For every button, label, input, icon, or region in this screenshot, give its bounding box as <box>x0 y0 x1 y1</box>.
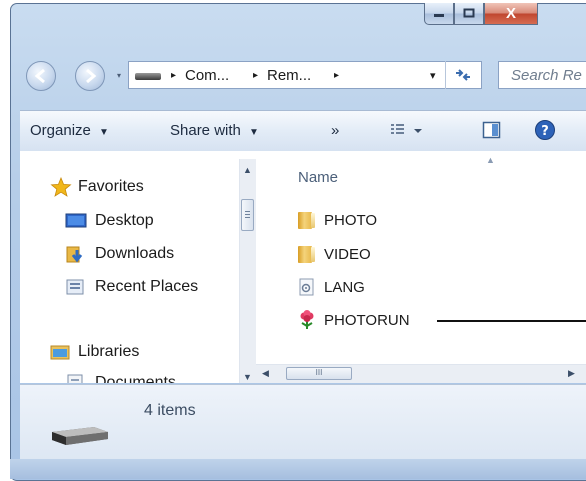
svg-text:?: ? <box>541 124 549 139</box>
maximize-icon <box>463 7 475 21</box>
refresh-icon <box>456 69 470 81</box>
share-with-label: Share with <box>170 122 241 139</box>
file-row-photorun[interactable]: PHOTORUN <box>298 309 410 331</box>
nav-item-label: Recent Places <box>95 278 199 295</box>
preview-pane-button[interactable] <box>482 121 502 143</box>
scrollbar-thumb[interactable] <box>241 199 254 231</box>
breadcrumb-computer[interactable]: Com... <box>185 67 229 84</box>
close-icon: X <box>505 5 516 22</box>
views-button[interactable] <box>390 121 424 143</box>
nav-item-label: Downloads <box>95 245 175 262</box>
nav-item-label: Desktop <box>95 212 154 229</box>
help-icon: ? <box>535 120 555 140</box>
scroll-up-icon[interactable]: ▲ <box>243 165 252 175</box>
breadcrumb-separator[interactable]: ▸ <box>171 70 176 81</box>
column-header-name[interactable]: Name <box>298 169 338 186</box>
grip-line <box>245 214 250 215</box>
forward-button[interactable] <box>75 61 105 91</box>
file-row-photo[interactable]: PHOTO <box>298 209 377 231</box>
star-icon <box>50 177 72 197</box>
share-with-menu[interactable]: Share with ▼ <box>170 122 259 139</box>
scroll-right-icon[interactable]: ▶ <box>568 368 575 379</box>
drive-icon <box>135 73 161 80</box>
command-bar: Organize ▼ Share with ▼ » ? <box>20 110 586 152</box>
file-row-video[interactable]: VIDEO <box>298 243 371 265</box>
breadcrumb-removable[interactable]: Rem... <box>267 67 311 84</box>
scroll-down-icon[interactable]: ▼ <box>243 372 252 382</box>
file-name: VIDEO <box>324 245 371 263</box>
folder-icon <box>298 211 315 229</box>
more-commands-button[interactable]: » <box>331 122 339 139</box>
back-button[interactable] <box>26 61 56 91</box>
desktop-icon <box>65 213 87 228</box>
flower-app-icon <box>300 310 314 329</box>
details-pane: 4 items <box>20 384 586 460</box>
nav-item-label: Documents <box>95 374 176 383</box>
file-list-horizontal-scrollbar[interactable]: ◀ III ▶ <box>256 364 586 383</box>
address-dropdown[interactable]: ▾ <box>430 69 436 82</box>
folder-icon <box>298 245 315 263</box>
scrollbar-thumb[interactable]: III <box>286 367 352 380</box>
back-arrow-icon <box>34 68 45 84</box>
nav-item-favorites[interactable]: Favorites <box>50 176 144 198</box>
address-bar[interactable]: ▸ Com... ▸ Rem... ▸ ▾ <box>128 61 482 89</box>
preview-pane-icon <box>482 121 501 139</box>
file-row-lang[interactable]: LANG <box>298 276 365 298</box>
organize-label: Organize <box>30 122 91 139</box>
organize-menu[interactable]: Organize ▼ <box>30 122 109 139</box>
content-area: Favorites Desktop Downloads Recent Place… <box>20 151 586 383</box>
grip-line <box>245 217 250 218</box>
chevron-down-icon: ▼ <box>249 127 259 138</box>
removable-drive-icon <box>52 427 108 445</box>
nav-item-recent-places[interactable]: Recent Places <box>65 276 198 298</box>
documents-icon <box>67 374 83 383</box>
search-input[interactable]: Search Re <box>498 61 586 89</box>
scroll-left-icon[interactable]: ◀ <box>262 368 269 379</box>
chevron-down-icon: ▼ <box>99 127 109 138</box>
close-button[interactable]: X <box>484 3 538 25</box>
nav-item-downloads[interactable]: Downloads <box>65 243 174 265</box>
maximize-button[interactable] <box>454 3 484 25</box>
libraries-icon <box>50 345 70 360</box>
file-name: PHOTO <box>324 211 378 229</box>
recent-places-icon <box>66 279 84 295</box>
file-list: ▲ Name PHOTO VIDEO LANG PHOTORUN <box>256 151 586 383</box>
nav-item-desktop[interactable]: Desktop <box>65 210 154 232</box>
minimize-button[interactable] <box>424 3 454 25</box>
nav-pane-scrollbar[interactable]: ▲ ▼ <box>239 159 256 383</box>
nav-item-label: Favorites <box>78 178 144 195</box>
recent-pages-dropdown[interactable]: ▾ <box>117 71 121 80</box>
sort-ascending-icon: ▲ <box>486 155 495 165</box>
forward-arrow-icon <box>86 68 97 84</box>
caption-buttons: X <box>424 3 538 29</box>
file-name: PHOTORUN <box>324 311 410 329</box>
callout-line <box>437 320 586 322</box>
item-count: 4 items <box>144 402 196 419</box>
refresh-button[interactable] <box>445 61 480 89</box>
window-bottom-edge <box>10 459 586 479</box>
breadcrumb-separator[interactable]: ▸ <box>334 70 339 81</box>
breadcrumb-separator[interactable]: ▸ <box>253 70 258 81</box>
views-icon <box>391 124 422 134</box>
file-name: LANG <box>324 278 365 296</box>
downloads-icon <box>66 246 83 263</box>
minimize-icon <box>433 7 445 21</box>
navigation-pane: Favorites Desktop Downloads Recent Place… <box>20 151 239 383</box>
help-button[interactable]: ? <box>534 119 556 145</box>
nav-item-label: Libraries <box>78 343 140 360</box>
nav-item-libraries[interactable]: Libraries <box>50 341 139 363</box>
settings-file-icon <box>299 278 314 296</box>
grip-line <box>245 211 250 212</box>
nav-item-documents[interactable]: Documents <box>65 372 176 383</box>
